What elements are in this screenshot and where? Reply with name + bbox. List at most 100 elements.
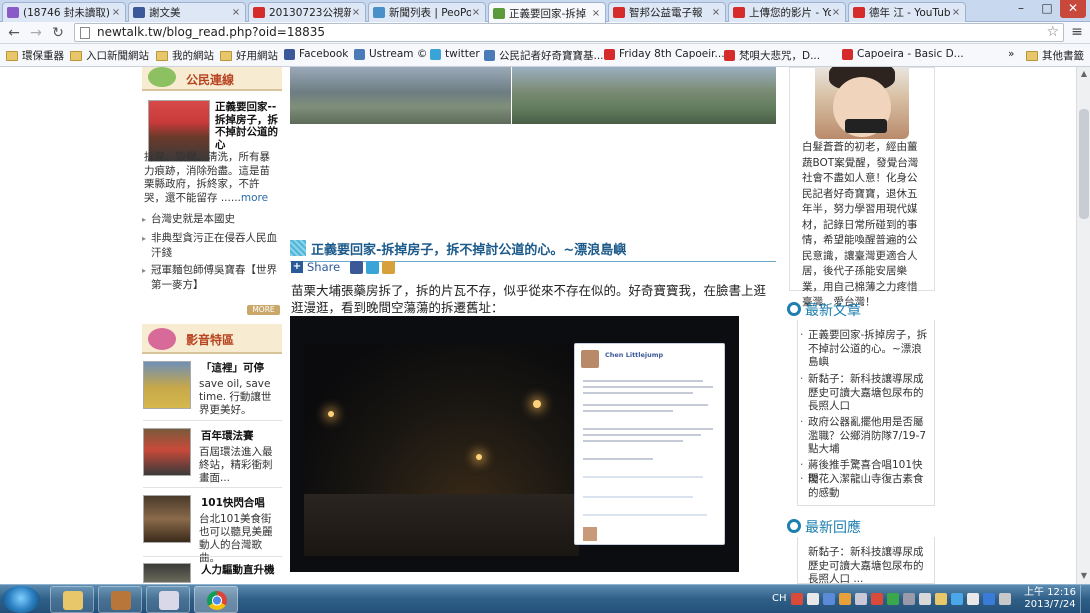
video-thumbnail[interactable] (143, 428, 191, 476)
share-button[interactable]: + Share (291, 260, 340, 274)
bookmark-twitter[interactable]: twitter (430, 48, 480, 60)
scroll-up-arrow-icon[interactable]: ▲ (1079, 69, 1089, 79)
start-button[interactable] (2, 586, 40, 613)
bookmark-folder[interactable]: 環保重器 (6, 48, 64, 63)
avatar (581, 350, 599, 368)
tray-icon[interactable] (871, 593, 883, 605)
maximize-button[interactable]: □ (1034, 0, 1060, 18)
section-title: 最新回應 (805, 520, 861, 536)
tray-icon[interactable] (855, 593, 867, 605)
close-tab-icon[interactable]: × (231, 7, 241, 18)
bookmark-youtube[interactable]: 梵唄大悲咒，D... (724, 48, 820, 63)
tray-icon[interactable] (967, 593, 979, 605)
video-section-header: 影音特區 (142, 324, 282, 354)
tab-mail[interactable]: (18746 封未讀取) × (2, 2, 126, 22)
scroll-down-arrow-icon[interactable]: ▼ (1079, 571, 1089, 581)
tray-icon[interactable] (999, 593, 1011, 605)
tab-youtube-1[interactable]: 20130723公視新 × (248, 2, 366, 22)
more-link[interactable]: more (241, 192, 268, 204)
tray-icon[interactable] (791, 593, 803, 605)
bookmark-ustream[interactable]: 公民記者好奇寶寶基... (484, 48, 604, 63)
taskbar-paint[interactable] (146, 586, 190, 613)
close-tab-icon[interactable]: × (951, 7, 961, 18)
tab-youtube-4[interactable]: 德年 江 - YouTub × (848, 2, 966, 22)
video-title[interactable]: 人力驅動直升機 (201, 564, 281, 577)
latest-article-link[interactable]: 璦花入潔龍山寺復古素食的感動 (800, 473, 932, 500)
volume-icon[interactable] (903, 593, 915, 605)
bookmark-youtube[interactable]: Friday 8th Capoeir... (604, 48, 725, 60)
bookmark-folder[interactable]: 入口新聞網站 (70, 48, 149, 63)
more-bookmarks-button[interactable]: » (1008, 48, 1014, 60)
minimize-button[interactable]: – (1008, 0, 1034, 18)
post-line (583, 428, 713, 430)
bookmark-facebook[interactable]: Facebook (284, 48, 348, 60)
scrollbar-thumb[interactable] (1079, 109, 1089, 219)
post-line (583, 434, 701, 436)
video-title[interactable]: 「這裡」可停 (201, 362, 279, 375)
address-bar-row: ← → ↻ newtalk.tw/blog_read.php?oid=18835… (0, 22, 1090, 44)
bookmark-folder[interactable]: 好用網站 (220, 48, 278, 63)
latest-article-link[interactable]: 政府公器亂擺他用是否屬濫職？公鄉消防隊7/19-7點大埔 (800, 416, 932, 457)
taskbar-chrome[interactable] (194, 586, 238, 613)
tab-title: 新聞列表 | PeoPo (389, 7, 471, 19)
bookmark-label: 環保重器 (22, 50, 64, 62)
facebook-share-icon[interactable] (350, 261, 363, 274)
tray-icon[interactable] (823, 593, 835, 605)
tab-youtube-3[interactable]: 上傳您的影片 - Yo × (728, 2, 846, 22)
video-title[interactable]: 101快閃合唱 (201, 497, 279, 510)
video-title[interactable]: 百年環法賽 (201, 430, 279, 443)
tray-icon[interactable] (983, 593, 995, 605)
more-button[interactable]: MORE (247, 305, 280, 315)
tab-peopo[interactable]: 新聞列表 | PeoPo × (368, 2, 486, 22)
youtube-icon (724, 50, 735, 61)
sidebar-link[interactable]: 冠軍麵包師傅吳寶春【世界第一麥方】 (142, 263, 281, 293)
close-window-button[interactable]: ✕ (1060, 0, 1086, 18)
vertical-scrollbar[interactable]: ▲ ▼ (1076, 67, 1090, 584)
bookmark-folder[interactable]: 其他書籤 (1026, 48, 1084, 63)
back-arrow-icon[interactable]: ← (6, 25, 22, 41)
tray-icon[interactable] (935, 593, 947, 605)
latest-comment-link[interactable]: 新黏子：新科技讓導尿成歷史可讀大嘉塘包尿布的長照人口 ... (808, 546, 932, 584)
forward-arrow-icon[interactable]: → (28, 25, 44, 41)
close-tab-icon[interactable]: × (351, 7, 361, 18)
show-desktop-button[interactable] (1080, 585, 1090, 613)
reload-icon[interactable]: ↻ (50, 25, 66, 41)
close-tab-icon[interactable]: × (831, 7, 841, 18)
language-indicator[interactable]: CH (772, 593, 787, 604)
close-tab-icon[interactable]: × (111, 7, 121, 18)
sidebar-link[interactable]: 非典型貪污正在侵吞人民血汗錢 (142, 231, 281, 261)
post-line (583, 386, 713, 388)
photo-camera (845, 119, 887, 133)
tray-icon[interactable] (839, 593, 851, 605)
tray-icon[interactable] (887, 593, 899, 605)
tray-icon[interactable] (951, 593, 963, 605)
video-thumbnail[interactable] (143, 495, 191, 543)
twitter-share-icon[interactable] (366, 261, 379, 274)
url-input[interactable]: newtalk.tw/blog_read.php?oid=18835 ☆ (74, 23, 1064, 42)
menu-icon[interactable]: ≡ (1068, 24, 1086, 42)
bookmark-youtube[interactable]: Capoeira - Basic D... (842, 48, 964, 60)
taskbar-explorer[interactable] (50, 586, 94, 613)
tab-facebook[interactable]: 謝文美 × (128, 2, 246, 22)
system-clock[interactable]: 上午 12:16 2013/7/24 (1022, 587, 1078, 611)
latest-article-link[interactable]: 正義要回家-拆掉房子，拆不掉討公道的心。~漂浪島嶼 (800, 329, 932, 370)
tab-newtalk-active[interactable]: 正義要回家-拆掉 × (488, 2, 606, 23)
circle-icon (787, 519, 801, 533)
bookmark-star-icon[interactable]: ☆ (1046, 24, 1059, 41)
plurk-share-icon[interactable] (382, 261, 395, 274)
bookmark-folder[interactable]: 我的網站 (156, 48, 214, 63)
featured-title[interactable]: 正義要回家--拆掉房子，拆不掉討公道的心 (215, 101, 279, 151)
close-tab-icon[interactable]: × (591, 8, 601, 19)
latest-article-link[interactable]: 新黏子：新科技讓導尿成歷史可讀大嘉塘包尿布的長照人口 (800, 373, 932, 414)
video-thumbnail[interactable] (143, 361, 191, 409)
taskbar-app[interactable] (98, 586, 142, 613)
close-tab-icon[interactable]: × (471, 7, 481, 18)
post-line (583, 410, 673, 412)
sidebar-link[interactable]: 台灣史就是本國史 (142, 212, 281, 227)
tray-icon[interactable] (807, 593, 819, 605)
close-tab-icon[interactable]: × (711, 7, 721, 18)
tab-youtube-2[interactable]: 智邦公益電子報 × (608, 2, 726, 22)
network-icon[interactable] (919, 593, 931, 605)
bookmark-ustream[interactable]: Ustream © (354, 48, 427, 60)
video-thumbnail[interactable] (143, 563, 191, 583)
